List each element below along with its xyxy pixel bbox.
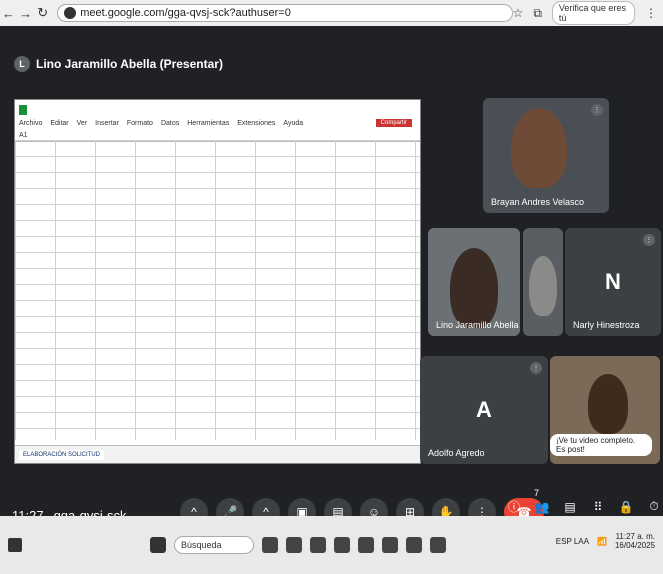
participant-name: Adolfo Agredo xyxy=(428,448,485,458)
sheet-tab-active[interactable]: ELABORACIÓN SOLICITUD xyxy=(19,449,105,460)
windows-taskbar: Búsqueda ESP LAA 📶 11:27 a. m. 16/04/202… xyxy=(0,516,663,574)
forward-icon[interactable]: → xyxy=(17,6,34,21)
menu-kebab-icon[interactable]: ⋮ xyxy=(645,6,657,20)
participant-name: Narly Hinestroza xyxy=(573,320,640,330)
address-bar[interactable]: meet.google.com/gga-qvsj-sck?authuser=0 xyxy=(57,4,513,22)
app-icon[interactable] xyxy=(358,537,374,553)
app-icon[interactable] xyxy=(382,537,398,553)
app-icon[interactable] xyxy=(334,537,350,553)
menu-item[interactable]: Archivo xyxy=(19,120,42,127)
participant-video xyxy=(450,248,498,328)
mic-status-icon: ⋮ xyxy=(643,234,655,246)
language-indicator[interactable]: ESP LAA xyxy=(556,537,589,546)
app-icon[interactable] xyxy=(406,537,422,553)
mic-status-icon: ⋮ xyxy=(591,104,603,116)
timer-icon[interactable]: ⏱ xyxy=(645,499,663,514)
site-info-icon[interactable] xyxy=(64,7,77,19)
menu-item[interactable]: Insertar xyxy=(95,120,119,127)
menu-item[interactable]: Ver xyxy=(77,120,88,127)
menu-item[interactable]: Herramientas xyxy=(187,120,229,127)
sheet-title-bar xyxy=(15,100,420,117)
browser-toolbar: ← → ↻ meet.google.com/gga-qvsj-sck?authu… xyxy=(0,0,663,26)
presenter-banner: L Lino Jaramillo Abella (Presentar) xyxy=(14,56,223,72)
caption-text: ¡Ve tu video completo. Es post! xyxy=(550,434,652,456)
participant-tile[interactable]: A ⋮ Adolfo Agredo xyxy=(420,356,548,464)
lock-icon[interactable]: 🔒 xyxy=(617,500,635,514)
bookmark-star-icon[interactable]: ☆ xyxy=(513,6,524,20)
chat-icon[interactable]: ▤ xyxy=(561,500,579,514)
mic-status-icon: ⋮ xyxy=(530,362,542,374)
participant-name: Lino Jaramillo Abella xyxy=(436,320,519,330)
presenter-label: Lino Jaramillo Abella (Presentar) xyxy=(36,57,223,71)
participant-video xyxy=(511,108,567,188)
clock-date: 16/04/2025 xyxy=(614,541,655,550)
sheet-grid[interactable] xyxy=(15,140,420,440)
cell-ref: A1 xyxy=(19,131,28,139)
back-icon[interactable]: ← xyxy=(0,6,17,21)
sheet-menu: Archivo Editar Ver Insertar Formato Dato… xyxy=(15,117,420,129)
share-button[interactable]: Compartir xyxy=(375,119,412,127)
menu-item[interactable]: Extensiones xyxy=(237,120,275,127)
widgets-icon[interactable] xyxy=(8,538,22,552)
menu-item[interactable]: Datos xyxy=(161,120,179,127)
clock[interactable]: 11:27 a. m. 16/04/2025 xyxy=(615,532,655,550)
sheet-icon xyxy=(19,105,27,115)
participant-tile[interactable]: N ⋮ Narly Hinestroza xyxy=(565,228,661,336)
info-icon[interactable]: ⓘ xyxy=(505,498,523,515)
taskbar-center: Búsqueda xyxy=(150,536,446,554)
presenter-avatar: L xyxy=(14,56,30,72)
clock-time: 11:27 a. m. xyxy=(615,532,655,541)
side-controls: ⓘ 👥 ▤ ⠿ 🔒 ⏱ xyxy=(505,498,663,515)
system-tray: ESP LAA 📶 11:27 a. m. 16/04/2025 xyxy=(556,532,655,550)
network-icon[interactable]: 📶 xyxy=(597,537,607,546)
participant-tile[interactable] xyxy=(523,228,563,336)
menu-item[interactable]: Formato xyxy=(127,120,153,127)
participant-tile[interactable]: Lino Jaramillo Abella xyxy=(428,228,520,336)
menu-item[interactable]: Editar xyxy=(50,120,68,127)
search-placeholder: Búsqueda xyxy=(181,540,222,550)
participant-tile[interactable]: ⋮ Brayan Andres Velasco xyxy=(483,98,609,213)
activities-icon[interactable]: ⠿ xyxy=(589,500,607,514)
shared-spreadsheet: Archivo Editar Ver Insertar Formato Dato… xyxy=(14,99,421,464)
people-count-badge: 7 xyxy=(534,488,540,498)
reload-icon[interactable]: ↻ xyxy=(34,5,51,21)
start-icon[interactable] xyxy=(150,537,166,553)
participant-video xyxy=(529,256,557,316)
app-icon[interactable] xyxy=(286,537,302,553)
sheet-tabs: ELABORACIÓN SOLICITUD xyxy=(15,445,420,463)
profile-chip[interactable]: Verifica que eres tú xyxy=(551,1,635,25)
people-icon[interactable]: 👥 xyxy=(533,500,551,514)
extensions-icon[interactable]: ⧉ xyxy=(533,6,542,21)
menu-item[interactable]: Ayuda xyxy=(283,120,303,127)
app-icon[interactable] xyxy=(262,537,278,553)
participant-video xyxy=(588,374,628,434)
participant-name: Brayan Andres Velasco xyxy=(491,197,585,207)
app-icon[interactable] xyxy=(430,537,446,553)
url-text: meet.google.com/gga-qvsj-sck?authuser=0 xyxy=(80,7,291,19)
meet-stage: L Lino Jaramillo Abella (Presentar) Arch… xyxy=(0,26,663,526)
browser-icon[interactable] xyxy=(310,537,326,553)
taskbar-search[interactable]: Búsqueda xyxy=(174,536,254,554)
participant-tile[interactable]: ¡Ve tu video completo. Es post! xyxy=(550,356,660,464)
